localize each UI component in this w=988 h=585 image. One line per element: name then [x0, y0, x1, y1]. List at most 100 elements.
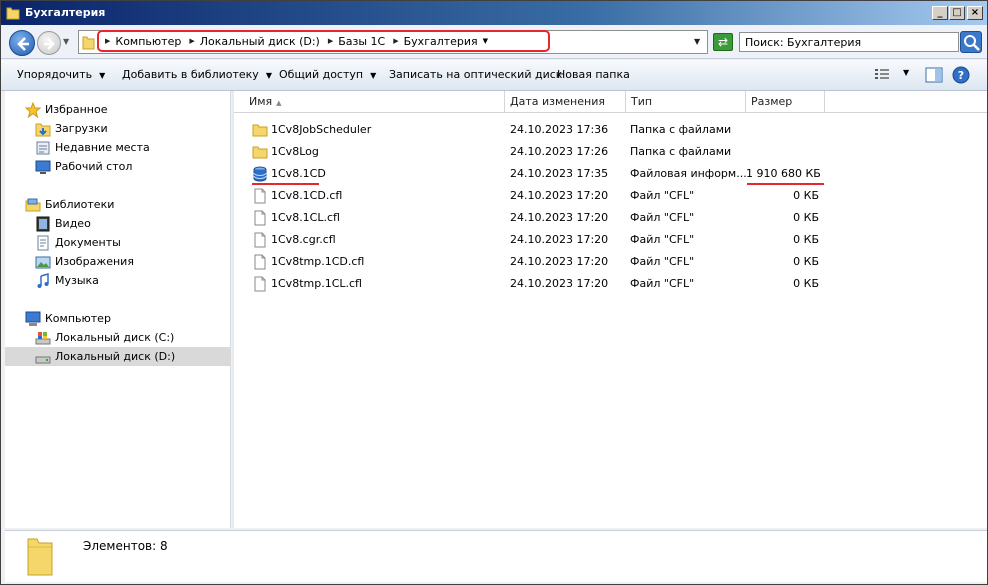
chevron-right-icon[interactable]: ▶: [328, 37, 333, 45]
file-icon: [254, 232, 266, 248]
column-header-type[interactable]: Тип: [626, 91, 746, 113]
svg-text:?: ?: [958, 69, 964, 82]
file-size: 1 910 680 КБ: [746, 167, 821, 180]
file-name: 1Cv8tmp.1CD.cfl: [271, 255, 365, 268]
file-size: 0 КБ: [793, 255, 819, 268]
maximize-button[interactable]: □: [949, 6, 965, 20]
table-row[interactable]: 1Cv8JobScheduler 24.10.2023 17:36 Папка …: [234, 119, 987, 141]
address-dropdown[interactable]: ▼: [694, 37, 700, 46]
file-icon: [254, 210, 266, 226]
nav-disk-c[interactable]: Локальный диск (C:): [35, 328, 174, 347]
file-size: 0 КБ: [793, 211, 819, 224]
breadcrumb-disk-d[interactable]: ▶ Локальный диск (D:): [189, 35, 320, 48]
explorer-window: Бухгалтерия _ □ × ▼ ▶ Компьютер ▶ Локаль…: [0, 0, 988, 585]
file-name: 1Cv8JobScheduler: [271, 123, 372, 136]
nav-pictures[interactable]: Изображения: [35, 252, 134, 271]
nav-desktop[interactable]: Рабочий стол: [35, 157, 132, 176]
file-type: Папка с файлами: [630, 145, 732, 158]
nav-disk-d[interactable]: Локальный диск (D:): [35, 347, 175, 366]
nav-favorites[interactable]: Избранное: [25, 100, 107, 119]
folder-icon: [252, 124, 268, 137]
nav-downloads[interactable]: Загрузки: [35, 119, 108, 138]
column-header-name[interactable]: Имя ▲: [234, 91, 505, 113]
preview-pane-button[interactable]: [925, 67, 943, 86]
search-button[interactable]: [960, 31, 982, 53]
title-bar: Бухгалтерия _ □ ×: [1, 1, 987, 25]
file-modified: 24.10.2023 17:26: [510, 145, 609, 158]
chevron-down-icon: ▼: [99, 71, 106, 80]
file-size: 0 КБ: [793, 189, 819, 202]
burn-button[interactable]: Записать на оптический диск: [389, 68, 562, 81]
address-row: ▼ ▶ Компьютер ▶ Локальный диск (D:) ▶ Ба…: [1, 25, 987, 59]
arrow-right-icon: [44, 38, 55, 50]
file-type: Файл "CFL": [630, 189, 695, 202]
file-icon: [254, 188, 266, 204]
system-drive-icon: [35, 331, 51, 344]
breadcrumb-accounting[interactable]: ▶ Бухгалтерия ▼: [393, 35, 488, 48]
chevron-right-icon[interactable]: ▶: [105, 37, 110, 45]
table-row[interactable]: 1Cv8.1CD 24.10.2023 17:35 Файловая инфор…: [234, 163, 987, 185]
back-button[interactable]: [9, 30, 35, 56]
file-modified: 24.10.2023 17:20: [510, 189, 609, 202]
address-bar[interactable]: ▶ Компьютер ▶ Локальный диск (D:) ▶ Базы…: [78, 30, 708, 54]
star-icon: [25, 101, 41, 118]
nav-music[interactable]: Музыка: [35, 271, 99, 290]
share-button[interactable]: Общий доступ ▼: [279, 68, 376, 81]
folder-icon: [82, 36, 95, 50]
table-row[interactable]: 1Cv8Log 24.10.2023 17:26 Папка с файлами: [234, 141, 987, 163]
chevron-right-icon[interactable]: ▶: [189, 37, 194, 45]
file-modified: 24.10.2023 17:20: [510, 211, 609, 224]
file-list: Имя ▲ Дата изменения Тип Размер 1Cv8JobSc…: [234, 91, 987, 528]
table-row[interactable]: 1Cv8.1CD.cfl 24.10.2023 17:20 Файл "CFL"…: [234, 185, 987, 207]
forward-button[interactable]: [37, 31, 61, 55]
search-input[interactable]: Поиск: Бухгалтерия: [739, 32, 959, 52]
nav-video[interactable]: Видео: [35, 214, 91, 233]
close-button[interactable]: ×: [967, 6, 983, 20]
view-dropdown[interactable]: ▼: [903, 68, 909, 77]
folder-icon: [252, 146, 268, 159]
search-icon: [964, 35, 980, 51]
file-type: Файл "CFL": [630, 277, 695, 290]
new-folder-button[interactable]: Новая папка: [557, 68, 630, 81]
file-name: 1Cv8tmp.1CL.cfl: [271, 277, 362, 290]
minimize-button[interactable]: _: [932, 6, 948, 20]
file-icon: [254, 276, 266, 292]
nav-computer[interactable]: Компьютер: [25, 309, 111, 328]
file-size: 0 КБ: [793, 277, 819, 290]
preview-pane-icon: [925, 67, 943, 83]
navigation-pane: Избранное Загрузки Недавние места Рабочи…: [5, 91, 231, 528]
file-type: Файловая информ...: [630, 167, 747, 180]
file-name: 1Cv8.1CL.cfl: [271, 211, 340, 224]
chevron-down-icon[interactable]: ▼: [483, 37, 488, 45]
column-header-size[interactable]: Размер: [746, 91, 825, 113]
recent-pages-dropdown[interactable]: ▼: [63, 37, 69, 46]
file-modified: 24.10.2023 17:20: [510, 277, 609, 290]
column-header-modified[interactable]: Дата изменения: [505, 91, 626, 113]
help-icon: ?: [952, 66, 970, 84]
file-size: 0 КБ: [793, 233, 819, 246]
view-options-button[interactable]: [874, 67, 890, 84]
nav-libraries[interactable]: Библиотеки: [25, 195, 114, 214]
folder-icon: [27, 538, 53, 576]
table-row[interactable]: 1Cv8tmp.1CL.cfl 24.10.2023 17:20 Файл "C…: [234, 273, 987, 295]
column-header-row: Имя ▲ Дата изменения Тип Размер: [234, 91, 987, 113]
file-modified: 24.10.2023 17:36: [510, 123, 609, 136]
table-row[interactable]: 1Cv8.1CL.cfl 24.10.2023 17:20 Файл "CFL"…: [234, 207, 987, 229]
breadcrumb-bases-1c[interactable]: ▶ Базы 1С: [328, 35, 385, 48]
file-modified: 24.10.2023 17:35: [510, 167, 609, 180]
file-name: 1Cv8.1CD: [271, 167, 326, 180]
file-type: Папка с файлами: [630, 123, 732, 136]
refresh-icon: ⇄: [717, 35, 729, 49]
nav-recent-places[interactable]: Недавние места: [35, 138, 150, 157]
breadcrumb-computer[interactable]: ▶ Компьютер: [105, 35, 181, 48]
command-bar: Упорядочить ▼ Добавить в библиотеку ▼ Общи…: [1, 60, 987, 91]
file-type: Файл "CFL": [630, 233, 695, 246]
refresh-button[interactable]: ⇄: [713, 33, 733, 51]
add-to-library-button[interactable]: Добавить в библиотеку ▼: [122, 68, 272, 81]
organize-button[interactable]: Упорядочить ▼: [17, 68, 105, 81]
table-row[interactable]: 1Cv8.cgr.cfl 24.10.2023 17:20 Файл "CFL"…: [234, 229, 987, 251]
chevron-right-icon[interactable]: ▶: [393, 37, 398, 45]
nav-documents[interactable]: Документы: [35, 233, 121, 252]
help-button[interactable]: ?: [952, 66, 970, 87]
table-row[interactable]: 1Cv8tmp.1CD.cfl 24.10.2023 17:20 Файл "C…: [234, 251, 987, 273]
